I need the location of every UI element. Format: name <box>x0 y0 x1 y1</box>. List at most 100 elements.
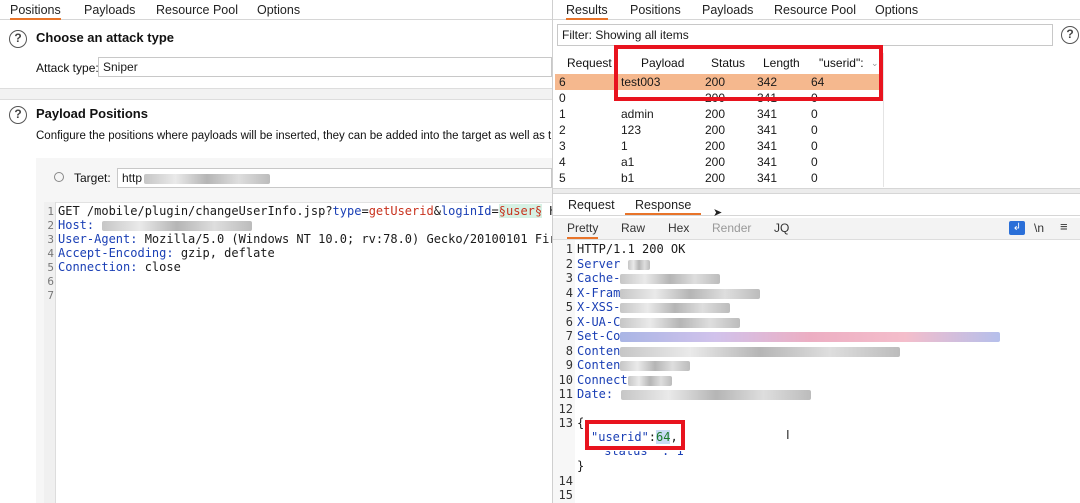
response-header: Conten <box>577 344 901 358</box>
response-header: Connect <box>577 373 672 387</box>
line-number: 4 <box>565 286 573 300</box>
line-number: 2 <box>47 219 54 232</box>
header-name: Set-Co <box>577 329 621 343</box>
json-close-brace: } <box>577 459 585 473</box>
tab-pretty[interactable]: Pretty <box>567 221 599 239</box>
cell-userid: 0 <box>811 155 818 169</box>
tab-resource-pool[interactable]: Resource Pool <box>156 0 238 20</box>
redacted-text <box>620 302 731 313</box>
cell-status: 200 <box>705 123 726 137</box>
tab-positions[interactable]: Positions <box>10 0 61 20</box>
tab-payloads[interactable]: Payloads <box>84 0 135 20</box>
line-number: 8 <box>565 344 573 358</box>
tab-response[interactable]: Response <box>625 195 702 215</box>
section-divider <box>0 88 552 100</box>
request-line-2: Host: <box>58 218 253 232</box>
cell-length: 341 <box>757 155 778 169</box>
line-number: 6 <box>565 315 573 329</box>
line-number: 15 <box>558 488 573 502</box>
target-field[interactable]: http <box>117 168 552 188</box>
line-number: 10 <box>558 373 573 387</box>
tab-resource-pool[interactable]: Resource Pool <box>774 0 856 20</box>
redacted-text <box>144 173 271 184</box>
tab-results[interactable]: Results <box>566 0 608 20</box>
response-header: Cache- <box>577 271 721 285</box>
cell-status: 200 <box>705 139 726 153</box>
equals-sign: = <box>361 204 369 218</box>
tab-positions[interactable]: Positions <box>630 0 681 20</box>
target-icon <box>54 172 64 182</box>
cell-length: 341 <box>757 171 778 185</box>
filter-bar[interactable]: Filter: Showing all items <box>557 24 1053 46</box>
request-line-4: Accept-Encoding: gzip, deflate <box>58 246 275 260</box>
line-number: 3 <box>565 271 573 285</box>
tab-payloads[interactable]: Payloads <box>702 0 753 20</box>
redacted-text <box>620 288 761 299</box>
cell-userid: 0 <box>811 107 818 121</box>
line-number: 3 <box>47 233 54 246</box>
help-icon[interactable]: ? <box>9 106 27 124</box>
table-row[interactable]: 3 1 200 341 0 <box>555 138 883 154</box>
tab-hex[interactable]: Hex <box>668 221 689 235</box>
wrap-lines-icon[interactable]: ↲ <box>1009 221 1025 235</box>
line-number: 1 <box>565 242 573 256</box>
newline-toggle[interactable]: \n <box>1034 221 1044 235</box>
payload-position-marker[interactable]: §user§ <box>498 204 543 218</box>
header-name: Date: <box>577 387 614 401</box>
table-row[interactable]: 2 123 200 341 0 <box>555 122 883 138</box>
cell-request: 3 <box>559 139 566 153</box>
response-header: Server <box>577 257 651 271</box>
help-icon[interactable]: ? <box>9 30 27 48</box>
line-number: 11 <box>558 387 573 401</box>
target-value: http <box>122 171 143 185</box>
equals-sign: = <box>491 204 499 218</box>
redacted-text <box>621 389 812 400</box>
redacted-text <box>620 273 721 284</box>
results-table: Request Payload Status Length "userid": … <box>555 45 883 187</box>
column-header-request[interactable]: Request <box>567 53 612 73</box>
line-number: 14 <box>558 474 573 488</box>
highlight-box <box>585 420 685 450</box>
http-method: GET <box>58 204 87 218</box>
line-number: 7 <box>47 289 54 302</box>
cell-length: 341 <box>757 139 778 153</box>
cell-length: 341 <box>757 107 778 121</box>
cell-status: 200 <box>705 171 726 185</box>
header-name: X-UA-C <box>577 315 621 329</box>
results-tab-bar: Results Positions Payloads Resource Pool… <box>553 0 1080 20</box>
header-name: X-XSS- <box>577 300 621 314</box>
redacted-text <box>102 220 253 231</box>
tab-raw[interactable]: Raw <box>621 221 645 235</box>
intruder-config-pane: Positions Payloads Resource Pool Options… <box>0 0 552 503</box>
tab-render[interactable]: Render <box>712 221 751 235</box>
response-header: X-XSS- <box>577 300 731 314</box>
cell-userid: 0 <box>811 139 818 153</box>
cell-payload: a1 <box>621 155 635 169</box>
attack-results-pane: Results Positions Payloads Resource Pool… <box>552 0 1080 503</box>
view-mode-tabs: Pretty Raw Hex Render JQ ↲ \n ≡ <box>553 218 1080 240</box>
tab-jq[interactable]: JQ <box>774 221 789 235</box>
line-number: 13 <box>558 416 573 430</box>
header-name: Connection: <box>58 260 138 274</box>
tab-request[interactable]: Request <box>568 195 615 215</box>
cell-request: 0 <box>559 91 566 105</box>
header-name: Connect <box>577 373 628 387</box>
attack-type-title: Choose an attack type <box>36 30 174 45</box>
response-header: X-UA-C <box>577 315 741 329</box>
line-number: 6 <box>47 275 54 288</box>
cell-payload: 123 <box>621 123 642 137</box>
cell-userid: 0 <box>811 171 818 185</box>
table-row[interactable]: 1 admin 200 341 0 <box>555 106 883 122</box>
menu-icon[interactable]: ≡ <box>1060 219 1068 234</box>
tab-options[interactable]: Options <box>875 0 918 20</box>
tab-options[interactable]: Options <box>257 0 300 20</box>
line-number: 9 <box>565 358 573 372</box>
attack-type-select[interactable]: Sniper <box>98 57 552 77</box>
response-header: Set-Co <box>577 329 1001 343</box>
header-name: User-Agent: <box>58 232 138 246</box>
table-row[interactable]: 4 a1 200 341 0 <box>555 154 883 170</box>
table-row[interactable]: 5 b1 200 341 0 <box>555 170 883 186</box>
line-number: 5 <box>47 261 54 274</box>
request-line-5: Connection: close <box>58 260 181 274</box>
help-icon[interactable]: ? <box>1061 26 1079 44</box>
